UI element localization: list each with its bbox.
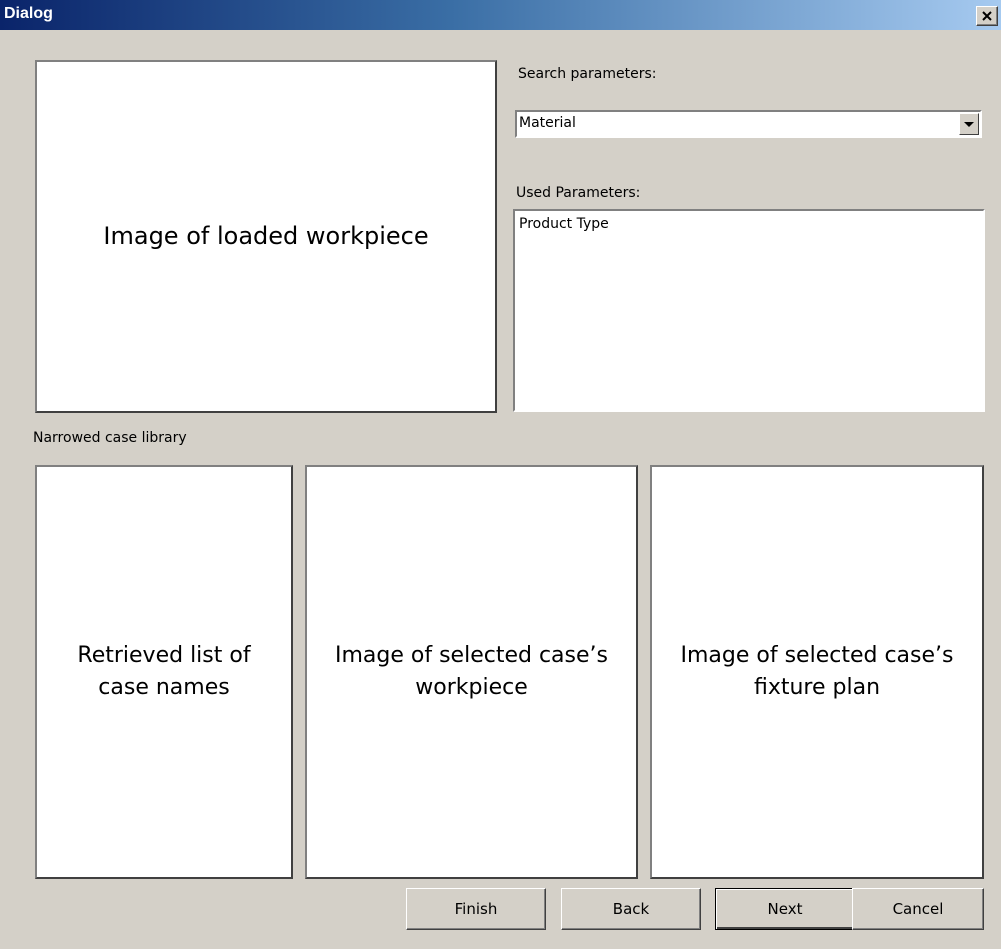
selected-case-fixture-label: Image of selected case’s fixture plan [680,643,954,700]
finish-button[interactable]: Finish [406,888,546,930]
used-parameters-list[interactable]: Product Type [513,209,985,412]
window-title: Dialog [4,5,53,22]
combo-dropdown-button[interactable] [959,113,979,135]
title-bar: Dialog [0,0,1001,30]
loaded-workpiece-image: Image of loaded workpiece [35,60,497,413]
search-parameters-combo[interactable]: Material [515,110,982,138]
loaded-workpiece-label: Image of loaded workpiece [103,222,429,251]
used-parameter-item[interactable]: Product Type [519,216,609,232]
selected-case-workpiece-label: Image of selected case’s workpiece [335,643,608,700]
retrieved-case-list[interactable]: Retrieved list of case names [35,465,293,879]
search-parameters-value: Material [519,115,576,131]
chevron-down-icon [964,122,974,127]
dialog-window: Dialog Image of loaded workpiece Search … [0,0,1001,949]
close-icon [982,11,992,21]
retrieved-case-list-label: Retrieved list of case names [77,643,251,700]
selected-case-fixture-image: Image of selected case’s fixture plan [650,465,984,879]
narrowed-case-library-label: Narrowed case library [33,430,187,446]
close-button[interactable] [976,6,998,26]
next-button[interactable]: Next [715,888,855,930]
cancel-button[interactable]: Cancel [852,888,984,930]
search-parameters-label: Search parameters: [518,66,657,82]
selected-case-workpiece-image: Image of selected case’s workpiece [305,465,638,879]
used-parameters-label: Used Parameters: [516,185,641,201]
back-button[interactable]: Back [561,888,701,930]
